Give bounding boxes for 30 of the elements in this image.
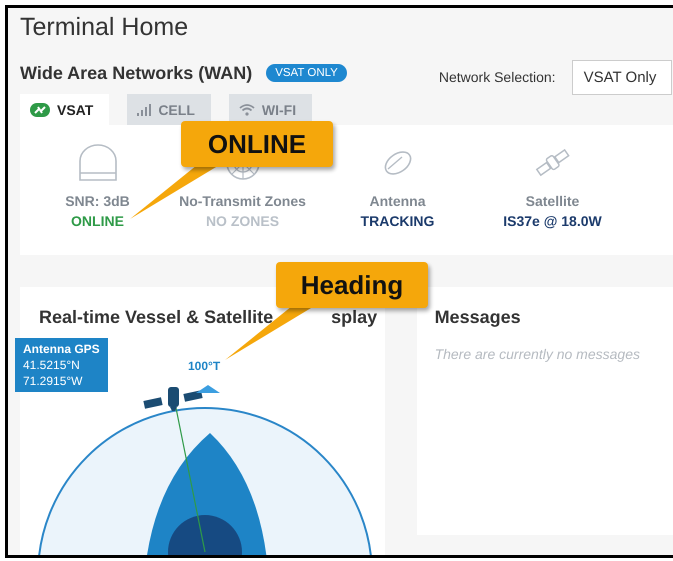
callout-label: ONLINE bbox=[181, 121, 333, 167]
network-tab[interactable]: VSAT bbox=[20, 94, 110, 125]
status-value: NO ZONES bbox=[206, 213, 280, 229]
network-selection-label: Network Selection: bbox=[438, 69, 556, 85]
status-value: ONLINE bbox=[71, 213, 124, 229]
panel-title: Messages bbox=[434, 307, 522, 328]
gps-title: Antenna GPS bbox=[23, 341, 100, 357]
section-title: Wide Area Networks (WAN) bbox=[20, 62, 252, 84]
gps-latitude: 41.5215°N bbox=[23, 357, 81, 373]
status-label: No-Transmit Zones bbox=[179, 193, 306, 209]
network-select[interactable]: VSAT Only bbox=[572, 60, 672, 94]
heading-value: 100°T bbox=[188, 359, 220, 373]
status-label: SNR: 3dB bbox=[65, 193, 130, 209]
status-value: IS37e @ 18.0W bbox=[503, 213, 602, 229]
status-value: TRACKING bbox=[360, 213, 434, 229]
callout-label: Heading bbox=[276, 262, 428, 308]
heading-marker bbox=[196, 385, 220, 393]
signal-bars-icon bbox=[137, 104, 152, 116]
empty-message: There are currently no messages bbox=[434, 346, 641, 362]
panel-title: Real-time Vessel & Satellite bbox=[39, 307, 274, 328]
radome-icon bbox=[78, 143, 118, 183]
page-title: Terminal Home bbox=[20, 13, 190, 42]
mode-badge: VSAT ONLY bbox=[266, 64, 347, 82]
gps-longitude: 71.2915°W bbox=[23, 373, 84, 389]
wifi-icon bbox=[238, 104, 255, 116]
satellite-drawing bbox=[143, 387, 203, 411]
link-icon bbox=[30, 102, 50, 116]
status-label: Antenna bbox=[370, 193, 426, 209]
status-label: Satellite bbox=[526, 193, 580, 209]
panel-title-end: splay bbox=[331, 307, 378, 328]
